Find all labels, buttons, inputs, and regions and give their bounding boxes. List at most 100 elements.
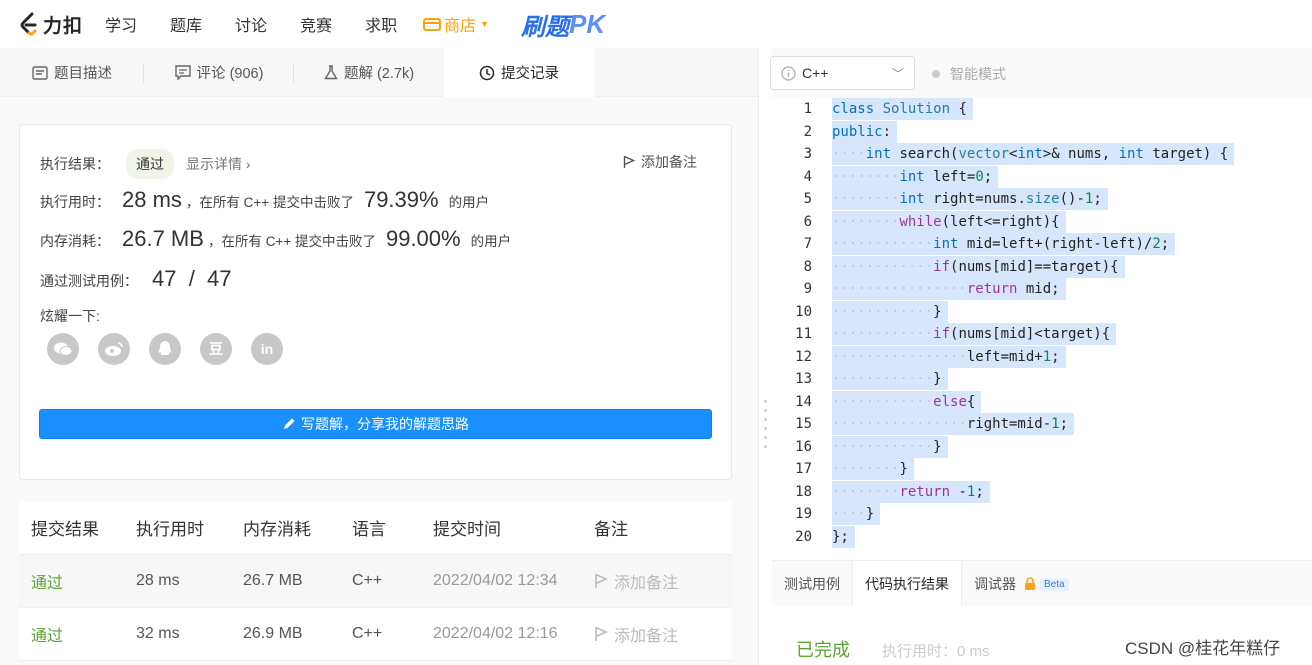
line-number: 4: [803, 168, 812, 185]
tab-submissions[interactable]: 提交记录: [444, 48, 594, 97]
testcases-value: 47 / 47: [152, 266, 232, 291]
note-cell[interactable]: 添加备注: [594, 569, 732, 593]
logo-text: 力扣: [43, 15, 84, 37]
column-header: 执行用时: [136, 520, 204, 539]
code-line[interactable]: ············}: [832, 300, 948, 323]
code-line[interactable]: ············int mid=left+(right-left)/2;: [832, 233, 1176, 255]
shop-icon: [423, 18, 442, 31]
nav-item-problems[interactable]: 题库: [170, 12, 202, 36]
runtime-text: ，在所有 C++ 提交中击败了: [185, 195, 354, 210]
code-line[interactable]: class Solution {: [832, 98, 973, 120]
nav-item-learn[interactable]: 学习: [105, 12, 137, 36]
code-line[interactable]: };: [832, 525, 855, 548]
column-header: 备注: [594, 520, 628, 539]
code-line[interactable]: ········while(left<=right){: [832, 210, 1066, 233]
douban-icon[interactable]: 豆: [200, 333, 232, 365]
line-number: 14: [795, 393, 812, 410]
line-number: 9: [803, 281, 812, 297]
smart-mode-toggle[interactable]: 智能模式: [932, 64, 1006, 84]
tab-run-result[interactable]: 代码执行结果: [852, 561, 962, 607]
watermark: CSDN @桂花年糕仔: [1125, 639, 1281, 658]
code-line[interactable]: ············}: [832, 435, 948, 458]
line-number: 16: [795, 438, 812, 455]
qq-icon[interactable]: [149, 333, 181, 365]
line-number: 12: [795, 348, 812, 365]
tab-solutions[interactable]: 题解 (2.7k): [294, 48, 444, 97]
result-card: 执行结果： 通过 显示详情 › 添加备注 执行用时： 28 ms ，在所有 C+…: [19, 124, 732, 480]
code-line[interactable]: ············}: [832, 368, 948, 390]
run-exec-time: 执行用时：0 ms: [882, 643, 990, 660]
memory-suffix: 的用户: [470, 234, 512, 249]
nav-item-shop[interactable]: 商店 ▼: [423, 12, 489, 36]
code-line[interactable]: ········}: [832, 458, 914, 480]
result-row: 执行结果： 通过 显示详情 ›: [40, 149, 251, 179]
code-line[interactable]: public:: [832, 120, 898, 143]
wechat-icon[interactable]: [47, 333, 79, 365]
line-number: 11: [795, 326, 812, 342]
memory-value: 26.7 MB: [122, 226, 204, 251]
leetcode-logo[interactable]: 力扣: [18, 11, 88, 38]
tab-run-result-label: 代码执行结果: [865, 576, 949, 592]
tab-comments-label: 评论 (906): [196, 66, 264, 82]
flask-icon: [324, 65, 338, 80]
memory-cell: 26.7 MB: [243, 572, 303, 589]
code-line[interactable]: ········int left=0;: [832, 165, 999, 188]
tab-comments[interactable]: 评论 (906): [144, 48, 294, 97]
memory-row: 内存消耗： 26.7 MB ，在所有 C++ 提交中击败了 99.00% 的用户: [40, 226, 511, 252]
runtime-percentile: 79.39%: [363, 187, 439, 212]
flag-icon: [595, 626, 608, 641]
table-row[interactable]: 通过 32 ms 26.9 MB C++ 2022/04/02 12:16 添加…: [19, 608, 732, 661]
nav-item-contest[interactable]: 竞赛: [300, 12, 332, 36]
date-cell: 2022/04/02 12:16: [433, 625, 558, 642]
code-line[interactable]: ············if(nums[mid]==target){: [832, 255, 1125, 278]
weibo-icon[interactable]: [98, 333, 130, 365]
comment-icon: [174, 65, 191, 80]
code-editor[interactable]: 1 class Solution { 2 public: 3 ····int sear…: [772, 98, 1312, 550]
testcases-row: 通过测试用例： 47 / 47: [40, 266, 236, 292]
result-label: 执行结果：: [40, 156, 110, 172]
tab-debugger[interactable]: 调试器 Beta: [962, 561, 1081, 607]
linkedin-icon[interactable]: in: [251, 333, 283, 365]
show-details-link[interactable]: 显示详情 ›: [186, 154, 251, 174]
code-line[interactable]: ················left=mid+1;: [832, 345, 1066, 368]
code-line[interactable]: ················right=mid-1;: [832, 413, 1075, 435]
line-number: 7: [803, 236, 812, 252]
drag-handle-icon[interactable]: [764, 400, 767, 454]
language-select[interactable]: C++ ﹀: [770, 56, 915, 90]
nav-item-discuss[interactable]: 讨论: [235, 12, 267, 36]
note-cell[interactable]: 添加备注: [594, 622, 732, 646]
code-line[interactable]: ····}: [832, 503, 881, 525]
shop-label: 商店: [444, 18, 477, 35]
table-row[interactable]: 通过 28 ms 26.7 MB C++ 2022/04/02 12:34 添加…: [19, 555, 732, 608]
table-header: 提交结果 执行用时 内存消耗 语言 提交时间 备注: [19, 501, 732, 555]
code-line[interactable]: ····int search(vector<int>& nums, int ta…: [832, 143, 1235, 165]
add-note-label: 添加备注: [614, 575, 679, 592]
submission-pane: 执行结果： 通过 显示详情 › 添加备注 执行用时： 28 ms ，在所有 C+…: [0, 97, 758, 665]
language-label: C++: [802, 65, 829, 81]
code-line[interactable]: ············else{: [832, 390, 982, 413]
tab-testcase[interactable]: 测试用例: [772, 561, 852, 607]
status-badge: 通过: [126, 149, 174, 179]
pane-resizer[interactable]: [758, 48, 772, 665]
flag-icon: [595, 573, 608, 588]
info-icon: [781, 65, 796, 81]
write-solution-button[interactable]: 写题解，分享我的解题思路: [39, 409, 712, 439]
tab-description[interactable]: 题目描述: [0, 48, 144, 97]
code-line[interactable]: ········return -1;: [832, 480, 990, 503]
line-number: 18: [795, 483, 812, 500]
status-cell[interactable]: 通过: [19, 622, 136, 646]
code-line[interactable]: ········int right=nums.size()-1;: [832, 188, 1108, 210]
code-line[interactable]: ············if(nums[mid]<target){: [832, 323, 1117, 345]
language-cell: C++: [352, 572, 383, 589]
line-number: 17: [795, 461, 812, 477]
runtime-row: 执行用时： 28 ms ，在所有 C++ 提交中击败了 79.39% 的用户: [40, 187, 489, 213]
pk-label: 刷题: [521, 13, 570, 41]
add-note-label: 添加备注: [614, 628, 679, 645]
add-note-button[interactable]: 添加备注: [623, 152, 697, 172]
nav-item-jobs[interactable]: 求职: [365, 12, 397, 36]
flag-icon: [623, 155, 635, 168]
code-line[interactable]: ················return mid;: [832, 278, 1066, 300]
status-cell[interactable]: 通过: [19, 569, 136, 593]
column-header: 内存消耗: [243, 520, 311, 539]
pk-banner[interactable]: 刷题 PK: [521, 7, 605, 42]
